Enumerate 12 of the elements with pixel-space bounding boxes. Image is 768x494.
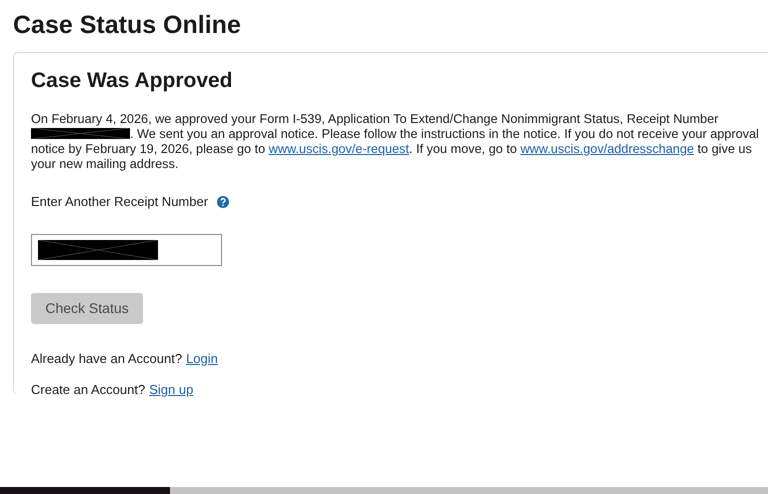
link[interactable]: www.uscis.gov/addresschange [520,142,694,156]
account-prompt: Already have an Account? [31,350,182,368]
field-label: Enter Another Receipt Number [31,193,208,211]
account-prompt: Create an Account? [31,381,146,399]
help-icon[interactable] [217,196,230,208]
status-heading: Case Was Approved [31,68,234,94]
page-title: Case Status Online [13,10,241,41]
link[interactable]: www.uscis.gov/e-request [268,142,410,156]
receipt-input-field[interactable] [31,234,222,266]
status-message: On February 4, 2026, we approved your Form I-539, Application To Extend/Change Nonimmigrant Status, Receipt Number . We sent you an approval notice. Please follow the instructions in the notice. If you do not receive your approval notice by February 19, 2026, please go to www.uscis.gov/e-request. If you move, go to www.uscis.gov/addresschange to give us your new mailing address. [31,112,760,172]
account-link[interactable]: Login [186,348,218,368]
account-link[interactable]: Sign up [149,380,194,400]
